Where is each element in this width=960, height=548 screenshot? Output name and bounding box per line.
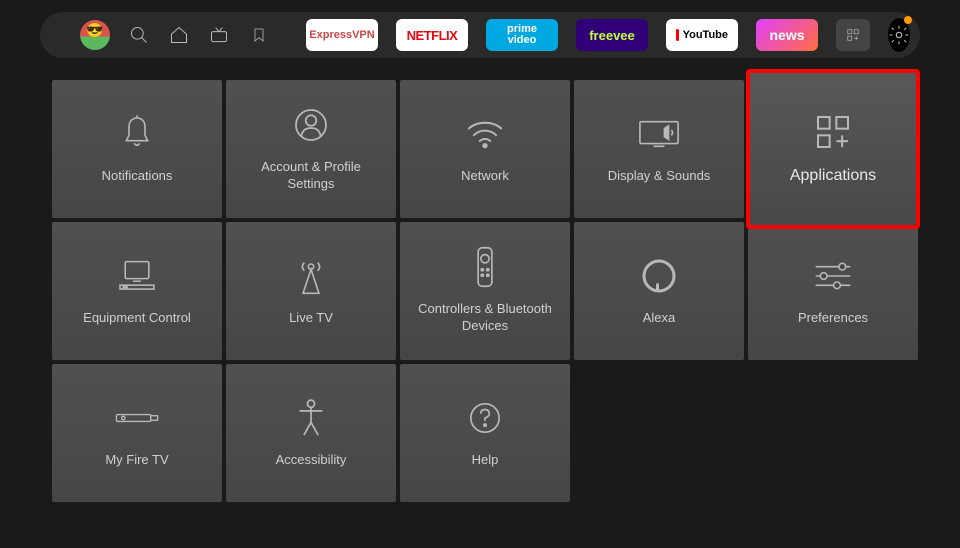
tile-notifications[interactable]: Notifications bbox=[52, 80, 222, 218]
tile-label: Network bbox=[461, 168, 509, 185]
tile-label: My Fire TV bbox=[105, 452, 168, 469]
tile-equipment[interactable]: Equipment Control bbox=[52, 222, 222, 360]
youtube-play-icon bbox=[676, 29, 679, 41]
tile-label: Preferences bbox=[798, 310, 868, 327]
tile-label: Notifications bbox=[102, 168, 173, 185]
bookmark-icon[interactable] bbox=[248, 24, 270, 46]
sliders-icon bbox=[813, 256, 853, 296]
tile-label: Account & Profile Settings bbox=[236, 159, 386, 193]
tile-label: Display & Sounds bbox=[608, 168, 711, 185]
tile-accessibility[interactable]: Accessibility bbox=[226, 364, 396, 502]
tile-preferences[interactable]: Preferences bbox=[748, 222, 918, 360]
tile-label: Alexa bbox=[643, 310, 676, 327]
bell-icon bbox=[121, 114, 153, 154]
home-icon[interactable] bbox=[168, 24, 190, 46]
tile-label: Controllers & Bluetooth Devices bbox=[410, 301, 560, 335]
app-shortcut-expressvpn[interactable]: ExpressVPN bbox=[306, 19, 378, 51]
tile-display[interactable]: Display & Sounds bbox=[574, 80, 744, 218]
settings-gear-icon[interactable] bbox=[888, 18, 910, 52]
app-label: YouTube bbox=[683, 29, 728, 41]
app-label: ExpressVPN bbox=[309, 29, 374, 41]
livetv-nav-icon[interactable] bbox=[208, 24, 230, 46]
apps-grid-icon[interactable] bbox=[836, 19, 870, 51]
app-shortcut-primevideo[interactable]: prime video bbox=[486, 19, 558, 51]
remote-icon bbox=[475, 247, 495, 287]
app-shortcut-youtube[interactable]: YouTube bbox=[666, 19, 738, 51]
help-icon bbox=[468, 398, 502, 438]
tile-label: Accessibility bbox=[276, 452, 347, 469]
app-label: NETFLIX bbox=[407, 28, 458, 43]
search-icon[interactable] bbox=[128, 24, 150, 46]
app-shortcut-freevee[interactable]: freevee bbox=[576, 19, 648, 51]
app-label: prime video bbox=[496, 24, 548, 46]
accessibility-icon bbox=[296, 398, 326, 438]
apps-plus-icon bbox=[813, 112, 853, 152]
tv-sound-icon bbox=[637, 114, 681, 154]
tile-label: Applications bbox=[790, 166, 876, 187]
settings-grid: Notifications Account & Profile Settings… bbox=[0, 70, 960, 512]
alexa-ring-icon bbox=[641, 256, 677, 296]
tile-label: Help bbox=[472, 452, 499, 469]
tile-account[interactable]: Account & Profile Settings bbox=[226, 80, 396, 218]
tile-network[interactable]: Network bbox=[400, 80, 570, 218]
tile-applications[interactable]: Applications bbox=[748, 71, 918, 227]
profile-avatar[interactable] bbox=[80, 20, 110, 50]
equipment-icon bbox=[117, 256, 157, 296]
antenna-icon bbox=[295, 256, 327, 296]
top-nav-bar: ExpressVPN NETFLIX prime video freevee Y… bbox=[40, 12, 920, 58]
app-label: news bbox=[769, 27, 804, 43]
tile-controllers[interactable]: Controllers & Bluetooth Devices bbox=[400, 222, 570, 360]
app-label: freevee bbox=[589, 28, 635, 43]
firetv-stick-icon bbox=[114, 398, 160, 438]
app-shortcut-news[interactable]: news bbox=[756, 19, 818, 51]
tile-help[interactable]: Help bbox=[400, 364, 570, 502]
tile-label: Equipment Control bbox=[83, 310, 191, 327]
person-icon bbox=[293, 105, 329, 145]
app-shortcut-netflix[interactable]: NETFLIX bbox=[396, 19, 468, 51]
tile-label: Live TV bbox=[289, 310, 333, 327]
wifi-icon bbox=[465, 114, 505, 154]
tile-alexa[interactable]: Alexa bbox=[574, 222, 744, 360]
tile-livetv[interactable]: Live TV bbox=[226, 222, 396, 360]
tile-myfiretv[interactable]: My Fire TV bbox=[52, 364, 222, 502]
